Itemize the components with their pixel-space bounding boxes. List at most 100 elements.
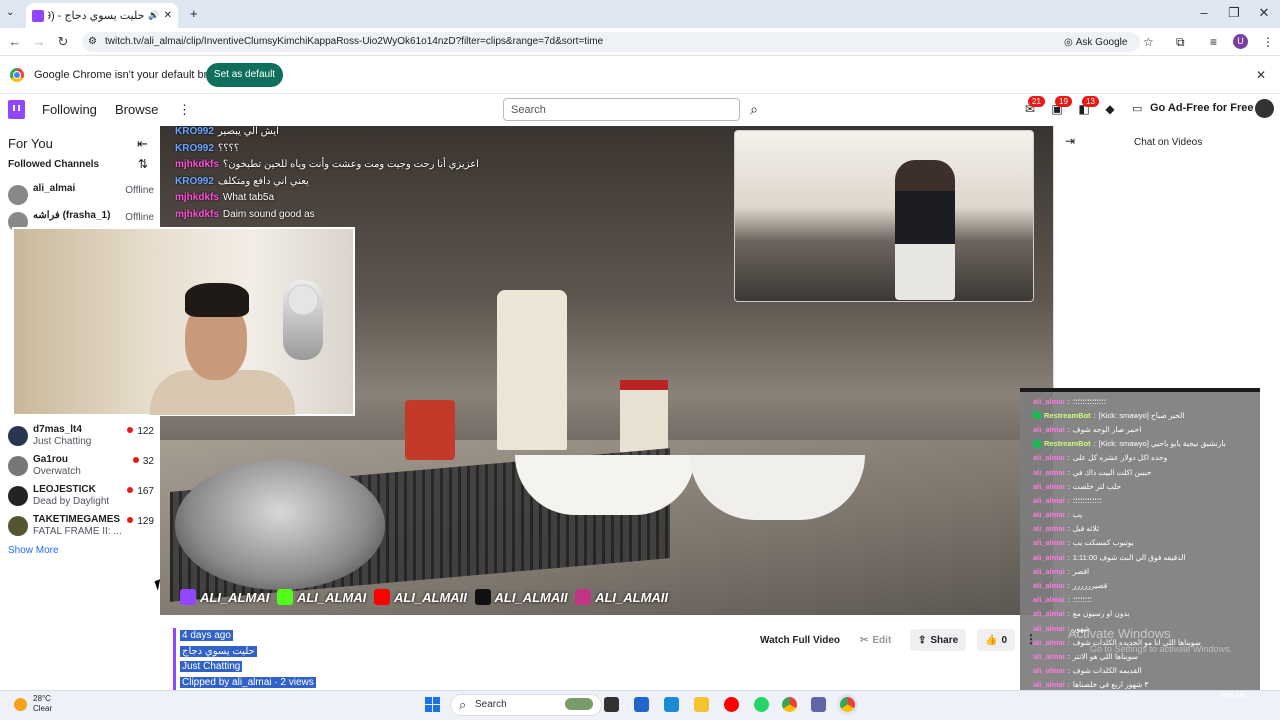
overlay-chat-separator: : (1067, 538, 1070, 548)
tiktok-icon (474, 589, 491, 605)
chat-panel-title: Chat on Videos (1134, 137, 1203, 148)
overlay-chat-text: ﺍﻟﻘﺪﻳﻤﻪ ﺍﻟﻜﻠﺪﺍﺕ ﺷﻮﻑ (1072, 666, 1142, 676)
search-highlight-icon (565, 698, 593, 710)
search-icon[interactable]: ⌕ (742, 98, 766, 121)
teams-icon[interactable] (811, 697, 826, 712)
restore-icon[interactable]: ❐ (1219, 4, 1249, 22)
bookmark-star-icon[interactable]: ☆ (1143, 35, 1154, 49)
chrome-taskbar-icon[interactable] (782, 697, 797, 712)
window-close-icon[interactable]: ✕ (1249, 4, 1279, 22)
overlay-chat-user: RestreamBot (1044, 439, 1091, 449)
ask-google-button[interactable]: ◎ Ask Google (1064, 34, 1127, 50)
overlay-chat-separator: : (1067, 495, 1070, 505)
viewer-count: 32 (133, 456, 154, 467)
show-more-link[interactable]: Show More (8, 545, 59, 556)
overlay-chat-separator: : (1067, 595, 1070, 605)
overlay-chat-user: ali_almai (1033, 510, 1065, 520)
clip-title[interactable]: ﺣﻠﻴﺖ ﻳﺴﻮﻱ ﺩﺟﺎﺝ (180, 645, 257, 657)
sidebar-channel[interactable]: TAKETIMEGAMES FATAL FRAME II: ... 129 (8, 514, 154, 540)
overlay-chat-text: ﺣﺒﻴﺒﻦ ﺍﻛﻠﺖ ﺍﻟﺒﻴﺖ ﺩﺍﻙ ﻓﻲ (1072, 467, 1152, 477)
edge-icon[interactable] (664, 697, 679, 712)
overlay-chat-user: ali_almai (1033, 666, 1065, 676)
extensions-icon[interactable]: ⧉ (1176, 35, 1185, 50)
watch-full-video-button[interactable]: Watch Full Video (752, 629, 848, 651)
channel-name: d7mas_lt4 (33, 424, 82, 435)
sort-icon[interactable]: ⇅ (138, 157, 148, 171)
kick-icon (276, 589, 293, 605)
overlay-chat-message: ali_almai:1:11:00 ﺍﻟﺪﻗﻴﻘﻪ ﻓﻮﻕ ﺍﻟﻲ ﺍﻟﺒﺚ ﺷ… (1033, 550, 1258, 564)
user-avatar[interactable] (1255, 99, 1274, 118)
sidebar-channel[interactable]: d7mas_lt4 Just Chatting 122 (8, 424, 154, 450)
minimize-icon[interactable]: – (1189, 4, 1219, 22)
audio-icon[interactable]: 🔊 (148, 10, 159, 21)
share-button[interactable]: ⇪ Share (910, 629, 967, 651)
edit-button[interactable]: ✂ Edit (852, 629, 899, 651)
overlay-chat-message: ali_almai: ﻳﻮﺗﻴﻮﺏ ﻛﻤﺴﻜﺖ ﻳﺐ (1033, 536, 1258, 550)
overlay-chat-user: ali_almai (1033, 424, 1065, 434)
nav-more-icon[interactable]: ⋮ (178, 102, 191, 118)
twitch-logo-icon[interactable] (8, 100, 25, 119)
collapse-chat-icon[interactable]: ⇥ (1065, 134, 1075, 148)
file-explorer-icon[interactable] (694, 697, 709, 712)
ad-free-icon: ▭ (1132, 103, 1143, 115)
site-info-icon[interactable]: ⚙ (88, 36, 97, 47)
kitchen-camera-inset (734, 130, 1034, 302)
go-ad-free-button[interactable]: Go Ad-Free for Free (1150, 102, 1254, 114)
share-icon: ⇪ (918, 634, 927, 646)
search-input[interactable]: Search (503, 98, 740, 121)
bits-icon[interactable]: ◆ (1103, 102, 1117, 116)
nav-following[interactable]: Following (42, 102, 97, 117)
clipped-by[interactable]: Clipped by ali_almai · 2 views (180, 676, 316, 688)
nav-browse[interactable]: Browse (115, 102, 158, 117)
social-handle: ALI_ALMAII (595, 589, 669, 605)
overlay-chat-separator: : (1067, 424, 1070, 434)
infobar-close-icon[interactable]: ✕ (1256, 68, 1266, 82)
windows-start-icon[interactable] (425, 697, 440, 712)
clip-category[interactable]: Just Chatting (180, 661, 243, 673)
chrome-menu-icon[interactable]: ⋮ (1262, 35, 1274, 49)
widgets-icon[interactable] (634, 697, 649, 712)
new-tab-icon[interactable]: + (190, 6, 198, 21)
overlay-chat-separator: : (1093, 439, 1096, 449)
task-view-icon[interactable] (604, 697, 619, 712)
channel-status: Offline (125, 185, 154, 196)
reading-list-icon[interactable]: ≡ (1210, 35, 1217, 49)
avatar (8, 426, 28, 446)
activate-windows-watermark: Activate Windows (1068, 626, 1171, 641)
weather-widget[interactable]: 28°C Clear (14, 694, 52, 714)
twitch-icon (180, 589, 196, 605)
set-default-button[interactable]: Set as default (206, 63, 283, 87)
collapse-sidebar-icon[interactable]: ⇤ (137, 136, 148, 152)
overlay-chat-text: ﻳﺐ (1072, 510, 1083, 520)
profile-avatar[interactable]: U (1233, 34, 1248, 49)
stream-chat-line: mjhkdkfs ﺍﻋﺰﻳﺰﻱ ﺃﻧﺎ ﺭﺣﺖ ﻭﺟﻴﺖ ﻭﻣﺖ ﻭﻋﺸﺖ ﻭﺃﻧ… (175, 159, 479, 170)
google-lens-icon: ◎ (1064, 36, 1073, 48)
browser-tab[interactable]: ﺣﻠﻴﺖ ﻳﺴﻮﻱ ﺩﺟﺎﺝ - (19) twitch 🔊 ✕ (26, 3, 178, 28)
for-you-heading: For You (8, 136, 53, 151)
youtube-app-icon[interactable] (724, 697, 739, 712)
stream-chat-line: mjhkdkfs Daim sound good as (175, 208, 315, 220)
overlay-chat-text: ﺑﺪﻭﻥ ﺍﻭ ﺭﺳﻴﻮﻥ ﻣﻊ (1072, 609, 1130, 619)
tab-close-icon[interactable]: ✕ (164, 10, 172, 21)
forward-icon[interactable]: → (31, 34, 47, 50)
sidebar-channel[interactable]: LEOJESTICK Dead by Daylight 167 (8, 484, 154, 510)
sidebar-channel[interactable]: Ga1rou Overwatch 32 (8, 454, 154, 480)
overlay-chat-message: ali_almai: ﺍﺣﻤﺮ ﺻﺎﺭ ﺍﻟﻮﺟﻪ ﺷﻮﻑ (1033, 422, 1258, 436)
instagram-icon (575, 589, 592, 605)
back-icon[interactable]: ← (7, 34, 23, 50)
chrome-active-icon[interactable] (840, 697, 855, 712)
tab-search-icon[interactable]: ⌄ (6, 7, 14, 18)
sidebar-channel[interactable]: ali_almai Offline (8, 183, 154, 209)
overlay-chat-separator: : (1067, 453, 1070, 463)
overlay-chat-user: ali_almai (1033, 609, 1065, 619)
overlay-chat-separator: : (1067, 680, 1070, 690)
taskbar-clock[interactable]: 7:05 AM (1220, 693, 1246, 700)
kitchen-person (895, 160, 955, 300)
reload-icon[interactable]: ↻ (55, 34, 71, 50)
more-options-icon[interactable]: ⋮ (1025, 632, 1037, 646)
like-button[interactable]: 👍 0 (977, 629, 1016, 651)
overlay-chat-user: ali_almai (1033, 637, 1065, 647)
overlay-chat-text: 1:11:00 ﺍﻟﺪﻗﻴﻘﻪ ﻓﻮﻕ ﺍﻟﻲ ﺍﻟﺒﺚ ﺷﻮﻑ (1072, 552, 1186, 562)
overlay-chat-message: ali_almai: ﺛﻼﺛﻪ ﻗﺒﻞ (1033, 522, 1258, 536)
whatsapp-icon[interactable] (754, 697, 769, 712)
